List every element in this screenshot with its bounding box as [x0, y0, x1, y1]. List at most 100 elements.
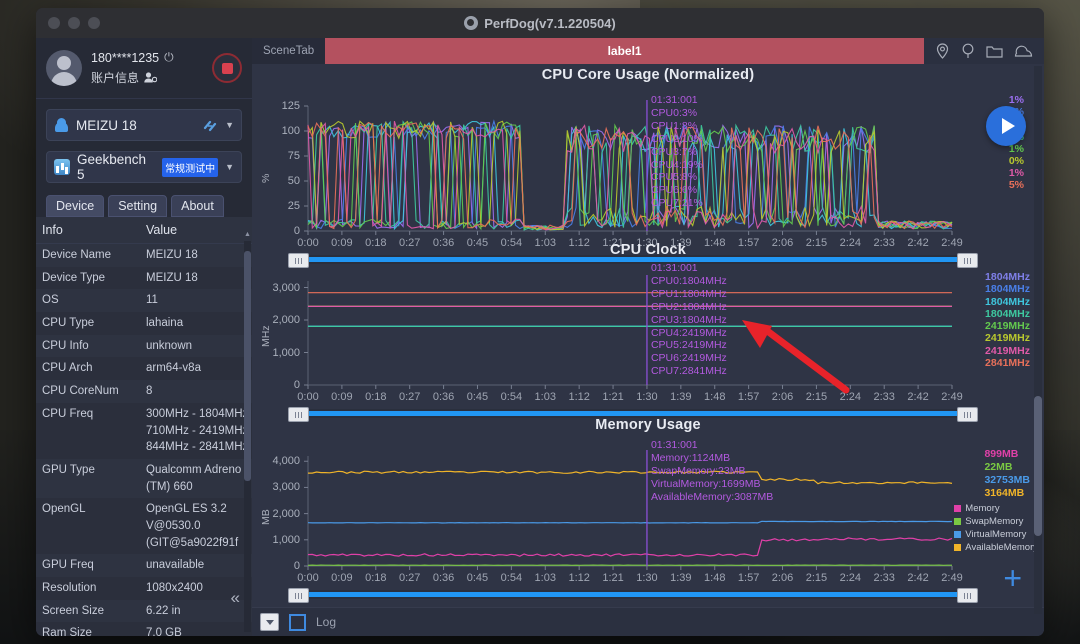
x-tick-label: 2:42	[907, 572, 929, 584]
table-cell-key: Screen Size	[42, 604, 105, 617]
legend-item[interactable]: VirtualMemory	[954, 528, 1038, 541]
location-pin-icon[interactable]	[935, 43, 950, 59]
y-axis-label: MB	[260, 509, 272, 525]
scroll-up-arrow[interactable]: ▲	[244, 231, 251, 238]
series-line-AvailableMemory	[308, 470, 953, 485]
log-checkbox[interactable]	[289, 613, 306, 631]
x-tick-label: 0:45	[466, 572, 489, 584]
tooltip-line: CPU7:2841MHz	[650, 365, 727, 378]
legend-value-CPU6: 2419MHz	[985, 344, 1030, 357]
balloon-icon[interactable]	[961, 43, 975, 59]
table-row[interactable]: OpenGL OpenGL ES 3.2 V@0530.0 (GIT@5a9022…	[36, 498, 252, 554]
chart-time-scrollbar[interactable]	[288, 588, 978, 603]
label-tab[interactable]: label1	[325, 38, 924, 64]
legend-item[interactable]: AvailableMemory	[954, 541, 1038, 554]
table-row[interactable]: CPU CoreNum 8	[36, 380, 252, 403]
tab-device[interactable]: Device	[46, 195, 105, 217]
table-cell-key: CPU Info	[42, 339, 89, 352]
legend-value-CPU2: 1804MHz	[985, 295, 1030, 308]
legend-label: SwapMemory	[965, 516, 1024, 527]
table-cell-value: unknown	[146, 339, 193, 352]
legend-value-CPU6: 1%	[1008, 167, 1024, 180]
chevron-down-icon[interactable]: ▼	[225, 162, 234, 172]
user-add-icon[interactable]	[144, 72, 158, 83]
charts-vertical-scrollbar[interactable]	[1034, 66, 1042, 614]
dropdown-button[interactable]	[260, 613, 279, 631]
table-row[interactable]: Ram Size 7.0 GB	[36, 622, 252, 636]
range-handle-left[interactable]	[288, 588, 309, 603]
tab-about[interactable]: About	[171, 195, 224, 217]
x-tick-label: 1:57	[737, 572, 760, 584]
table-cell-value: 300MHz - 1804MHz 710MHz - 2419MHz 844MHz…	[146, 407, 249, 454]
table-cell-key: Device Name	[42, 249, 112, 262]
tooltip-line: VirtualMemory:1699MB	[650, 477, 761, 490]
app-select-label: Geekbench 5	[77, 152, 147, 182]
table-row[interactable]: Device Name MEIZU 18	[36, 244, 252, 267]
cloud-icon[interactable]	[1014, 44, 1033, 58]
table-row[interactable]: GPU Freq unavailable	[36, 554, 252, 577]
y-tick-label: 75	[287, 150, 300, 162]
scene-tab[interactable]: SceneTab	[252, 38, 326, 64]
charts-scrollbar-thumb[interactable]	[1034, 396, 1042, 536]
app-select[interactable]: Geekbench 5 常规测试中 ▼	[46, 151, 242, 183]
power-icon[interactable]: ⏻	[164, 50, 174, 65]
android-icon	[54, 117, 69, 133]
x-tick-label: 2:06	[771, 391, 794, 403]
table-row[interactable]: OS 11	[36, 289, 252, 313]
x-tick-label: 1:03	[534, 391, 556, 403]
folder-icon[interactable]	[986, 44, 1003, 59]
tab-setting[interactable]: Setting	[108, 195, 168, 217]
avatar[interactable]	[46, 50, 82, 86]
table-scrollbar[interactable]: ▲ ▼	[244, 231, 251, 636]
table-row[interactable]: CPU Freq 300MHz - 1804MHz 710MHz - 2419MH…	[36, 403, 252, 459]
table-body: Device Name MEIZU 18 Device Type MEIZU 18 OS…	[36, 244, 252, 636]
table-cell-key: GPU Freq	[42, 559, 94, 572]
legend-label: VirtualMemory	[965, 529, 1027, 540]
legend-value-CPU7: 2841MHz	[985, 357, 1030, 370]
y-tick-label: 0	[293, 225, 300, 237]
x-tick-label: 1:03	[534, 572, 556, 584]
table-scrollbar-thumb[interactable]	[244, 251, 251, 481]
y-tick-label: 2,000	[272, 314, 300, 326]
tooltip-line: CPU4:2419MHz	[650, 326, 727, 339]
collapse-left-icon[interactable]: «	[231, 588, 240, 608]
x-tick-label: 2:33	[873, 572, 895, 584]
add-chart-button[interactable]: +	[1003, 562, 1022, 594]
device-select-label: MEIZU 18	[76, 117, 137, 133]
table-row[interactable]: CPU Arch arm64-v8a	[36, 357, 252, 380]
scroll-down-arrow[interactable]: ▼	[244, 635, 251, 636]
tooltip-line: Memory:1124MB	[650, 451, 731, 464]
main-panel: SceneTab label1 CPU Core Usage (Normaliz…	[252, 38, 1044, 636]
table-row[interactable]: GPU Type Qualcomm Adreno (TM) 660	[36, 458, 252, 499]
account-info-row[interactable]: 账户信息	[91, 69, 212, 86]
chart-plot[interactable]	[252, 239, 1044, 414]
x-tick-label: 1:48	[704, 391, 726, 403]
legend-swatch	[954, 518, 962, 525]
table-row[interactable]: Screen Size 6.22 in	[36, 599, 252, 623]
chevron-down-icon[interactable]: ▼	[225, 120, 234, 130]
range-handle-right[interactable]	[957, 588, 978, 603]
table-row[interactable]: Device Type MEIZU 18	[36, 267, 252, 290]
legend-item[interactable]: Memory	[954, 502, 1038, 515]
table-row[interactable]: CPU Info unknown	[36, 334, 252, 358]
chart-plot[interactable]	[252, 64, 1044, 239]
series-line-VirtualMemory	[307, 520, 953, 524]
table-cell-value: MEIZU 18	[146, 249, 198, 262]
record-stop-button[interactable]	[212, 53, 242, 83]
table-row[interactable]: Resolution 1080x2400	[36, 577, 252, 600]
table-cell-key: CPU Arch	[42, 362, 93, 375]
play-button[interactable]	[986, 106, 1026, 146]
memory-legend: Memory SwapMemory VirtualMemory AvailableMe…	[954, 502, 1038, 554]
link-icon[interactable]	[203, 119, 218, 132]
y-tick-label: 3,000	[272, 281, 300, 294]
tooltip-line: 01:31:001	[650, 439, 698, 451]
device-select[interactable]: MEIZU 18 ▼	[46, 109, 242, 141]
legend-item[interactable]: SwapMemory	[954, 515, 1038, 528]
table-cell-key: CPU Freq	[42, 407, 94, 420]
table-cell-value: unavailable	[146, 559, 205, 572]
x-tick-label: 2:49	[941, 572, 963, 584]
y-tick-label: 100	[281, 125, 300, 137]
table-row[interactable]: CPU Type lahaina	[36, 312, 252, 335]
legend-value-SwapMemory: 22MB	[984, 461, 1013, 473]
x-tick-label: 2:06	[771, 572, 794, 584]
